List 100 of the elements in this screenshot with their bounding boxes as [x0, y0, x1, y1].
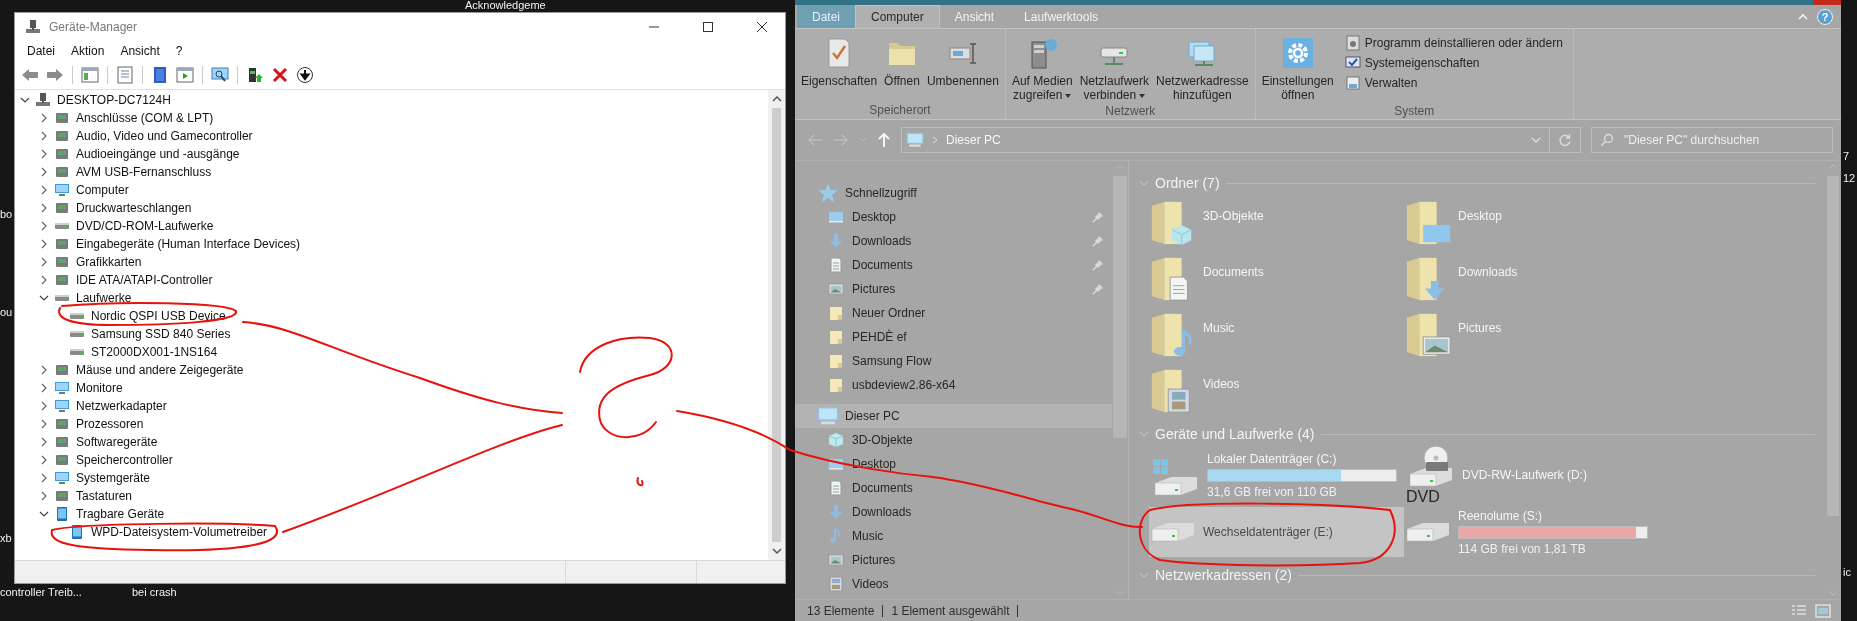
desktop-icon-label[interactable]: bei crash	[132, 586, 177, 598]
tree-item[interactable]: Grafikkarten	[74, 255, 144, 269]
nav-item[interactable]: Music	[795, 524, 1112, 548]
nav-item[interactable]: Schnellzugriff	[795, 181, 1112, 205]
nav-item[interactable]: Dieser PC	[795, 404, 1112, 428]
monitor-icon	[54, 182, 70, 198]
toolbar-button[interactable]	[294, 64, 316, 86]
folder-icon	[1404, 199, 1452, 247]
nav-item[interactable]: Documents	[795, 476, 1112, 500]
drive-item[interactable]: Wechseldatenträger (E:)	[1149, 507, 1404, 557]
device-icon	[54, 434, 70, 450]
nav-item[interactable]: PEHDÈ ef	[795, 325, 1112, 349]
device-icon	[54, 128, 70, 144]
tree-item[interactable]: Audio, Video und Gamecontroller	[74, 129, 255, 143]
desktop-icon-label[interactable]: xb	[0, 532, 12, 544]
ribbon-button[interactable]: Netzlaufwerk verbinden	[1077, 33, 1151, 104]
desktop-icon-label[interactable]: ic	[1843, 566, 1851, 578]
device-icon	[54, 452, 70, 468]
tree-item[interactable]: Mäuse und andere Zeigegeräte	[74, 363, 246, 377]
tree-item[interactable]: Tragbare Geräte	[74, 507, 167, 521]
driver-update-icon	[246, 66, 264, 84]
status-text: 13 Elemente	[807, 603, 875, 618]
download-arrow-icon	[828, 233, 844, 249]
tree-item[interactable]: IDE ATA/ATAPI-Controller	[74, 273, 215, 287]
menu-item[interactable]: Ansicht	[112, 42, 168, 60]
desktop-icon-label[interactable]: 7	[1843, 150, 1850, 162]
tree-item[interactable]: Tastaturen	[74, 489, 135, 503]
tree-item[interactable]: DVD/CD-ROM-Laufwerke	[74, 219, 216, 233]
ribbon-button[interactable]: Programm deinstallieren oder ändern	[1344, 35, 1563, 51]
tree-item[interactable]: AVM USB-Fernanschluss	[74, 165, 214, 179]
device-icon	[54, 236, 70, 252]
tree-item[interactable]: Audioeingänge und -ausgänge	[74, 147, 242, 161]
folder-icon	[828, 353, 844, 369]
nav-item[interactable]: Videos	[795, 572, 1112, 596]
tree-item[interactable]: Softwaregeräte	[74, 435, 160, 449]
management-icon	[1344, 75, 1361, 91]
tree-item[interactable]: Eingabegeräte (Human Interface Devices)	[74, 237, 303, 251]
device-icon	[54, 254, 70, 270]
nav-item[interactable]: Neuer Ordner	[795, 301, 1112, 325]
tree-item[interactable]: Laufwerke	[74, 291, 134, 305]
device-icon	[54, 488, 70, 504]
tree-item[interactable]: Samsung SSD 840 Series	[89, 327, 233, 341]
desktop-icon-label[interactable]: controller Treib...	[0, 586, 82, 598]
caret-icon	[1065, 93, 1072, 98]
ribbon-button[interactable]: Eigenschaften	[799, 33, 880, 103]
ribbon-button[interactable]: Umbenennen	[924, 33, 1001, 103]
tree-item[interactable]: Prozessoren	[74, 417, 146, 431]
maximize-icon	[703, 22, 713, 32]
desktop-icon-label[interactable]: Acknowledgeme	[465, 0, 546, 11]
nav-item[interactable]: Documents	[795, 253, 1112, 277]
menu-item[interactable]: Datei	[19, 42, 63, 60]
device-icon	[54, 110, 70, 126]
ribbon-group-label: Speicherort	[868, 103, 932, 117]
monitor-icon	[54, 380, 70, 396]
tree-item[interactable]: Druckwarteschlangen	[74, 201, 194, 215]
nav-item[interactable]: Pictures	[795, 277, 1112, 301]
ribbon-button[interactable]: Systemeigenschaften	[1344, 55, 1563, 71]
device-icon	[54, 164, 70, 180]
monitor-icon	[54, 470, 70, 486]
film-icon	[828, 576, 844, 592]
scrollbar[interactable]	[768, 90, 785, 560]
tablet-icon	[54, 506, 70, 522]
ribbon-button[interactable]: Netzwerkadresse hinzufügen	[1154, 33, 1251, 104]
nav-item[interactable]: Downloads	[795, 500, 1112, 524]
desktop-icon-label[interactable]: 12	[1843, 172, 1856, 184]
menu-item[interactable]: Aktion	[63, 42, 113, 60]
help-book-icon	[151, 66, 169, 84]
forward-arrow-icon	[45, 66, 65, 84]
desktop-icon-label[interactable]: ou	[0, 306, 13, 318]
ribbon-button[interactable]: Auf Medien zugreifen	[1009, 33, 1075, 104]
close-icon	[757, 22, 767, 32]
tree-item[interactable]: WPD-Dateisystem-Volumetreiber	[89, 525, 270, 539]
tree-item[interactable]: Systemgeräte	[74, 471, 153, 485]
ribbon-button[interactable]: Einstellungen öffnen	[1259, 33, 1336, 104]
folder-icon	[828, 329, 844, 345]
tree-item[interactable]: Monitore	[74, 381, 125, 395]
properties-icon	[116, 66, 134, 84]
search-field[interactable]: "Dieser PC" durchsuchen	[1591, 127, 1833, 153]
nav-item[interactable]: usbdeview2.86-x64	[795, 373, 1112, 397]
nav-item[interactable]: Desktop	[795, 452, 1112, 476]
tree-item[interactable]: ST2000DX001-1NS164	[89, 345, 220, 359]
tree-item[interactable]: Computer	[74, 183, 131, 197]
nav-item[interactable]: 3D-Objekte	[795, 428, 1112, 452]
ribbon-button[interactable]: Verwalten	[1344, 75, 1563, 91]
tree-item[interactable]: DESKTOP-DC7124H	[55, 93, 173, 107]
tree-item[interactable]: Netzwerkadapter	[74, 399, 169, 413]
menu-item[interactable]: ?	[167, 42, 191, 60]
ribbon-tab[interactable]: Computer	[855, 5, 940, 28]
scroll-down-icon	[771, 547, 782, 555]
nav-item[interactable]: Desktop	[795, 205, 1112, 229]
system-properties-icon	[1344, 55, 1361, 71]
tree-item[interactable]: Anschlüsse (COM & LPT)	[74, 111, 216, 125]
tablet-icon	[69, 524, 85, 540]
nav-item[interactable]: Pictures	[795, 548, 1112, 572]
nav-item[interactable]: Downloads	[795, 229, 1112, 253]
tree-item[interactable]: Speichercontroller	[74, 453, 175, 467]
ribbon-button[interactable]: Öffnen	[882, 33, 922, 103]
drive-icon	[54, 294, 70, 302]
desktop-icon-label[interactable]: bo	[0, 208, 13, 220]
nav-item[interactable]: Samsung Flow	[795, 349, 1112, 373]
